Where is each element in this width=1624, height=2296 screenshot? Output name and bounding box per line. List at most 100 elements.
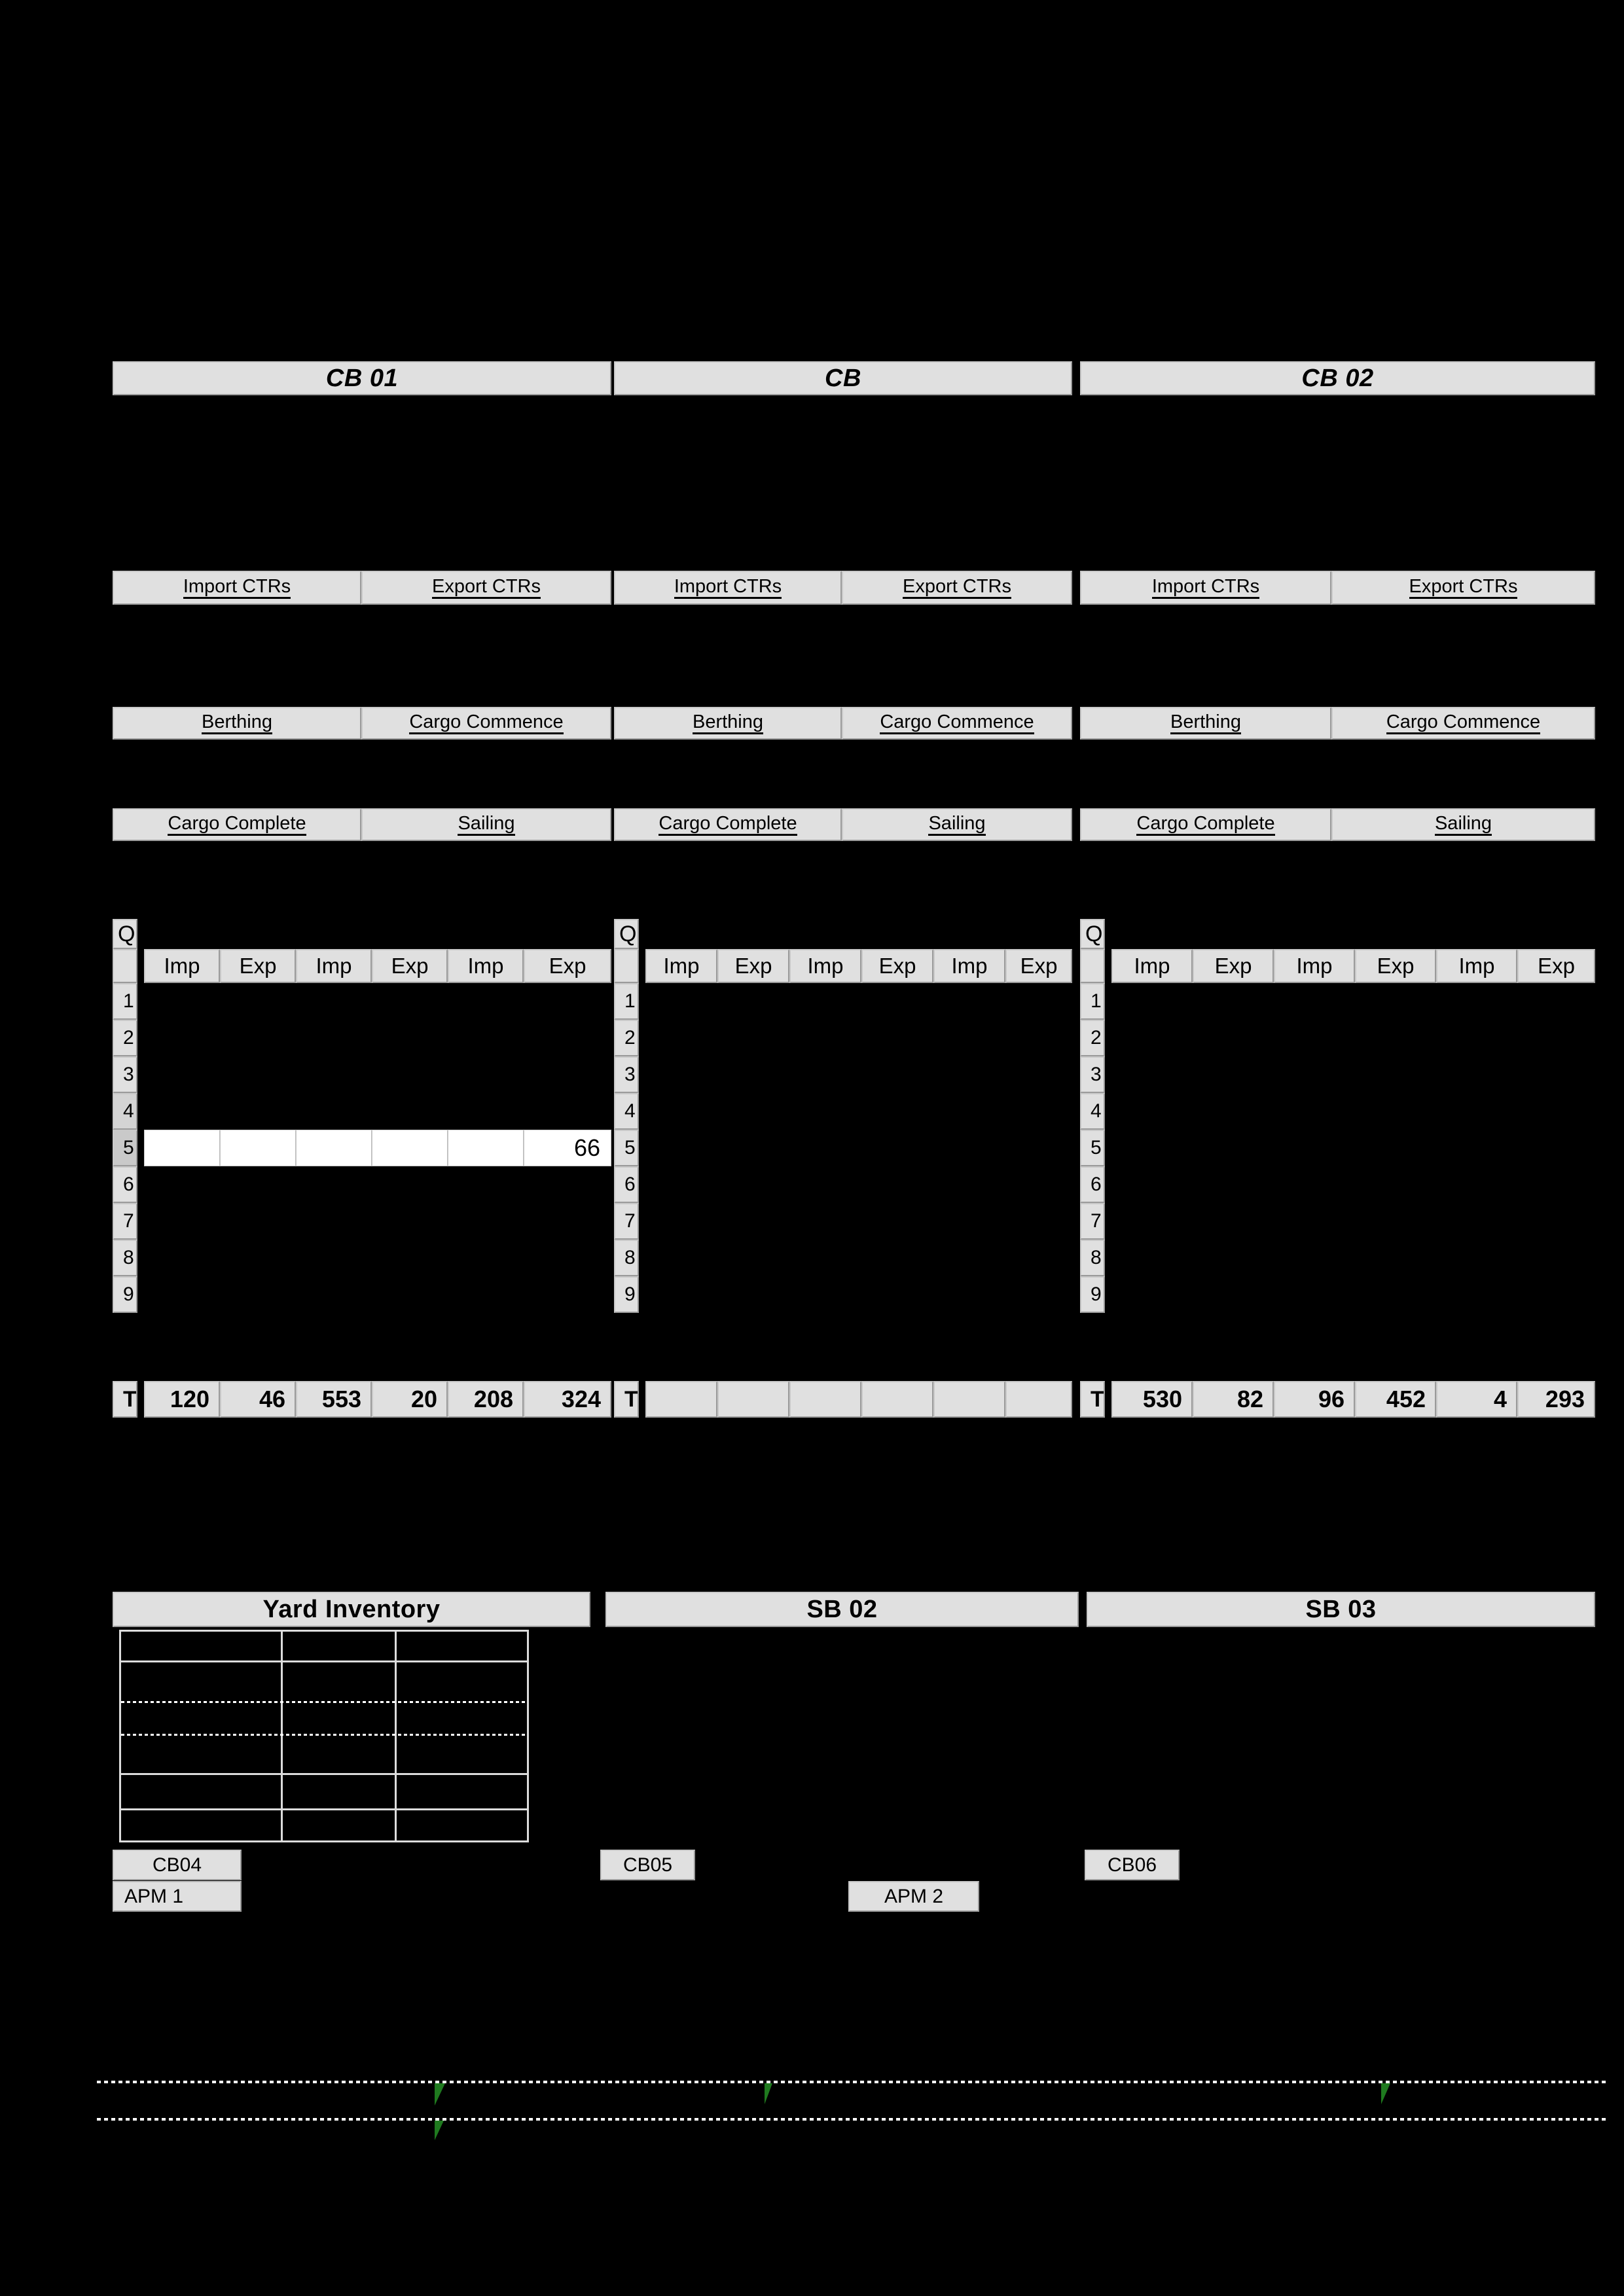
label-text: Export CTRs xyxy=(432,576,541,600)
grid-1-row-header-8[interactable]: 8 xyxy=(614,1240,639,1276)
tag-cb04[interactable]: CB04 xyxy=(113,1850,242,1880)
grid-2-row-header-3[interactable]: 3 xyxy=(1080,1056,1105,1093)
grid-2-col-header-3[interactable]: Exp xyxy=(1355,949,1436,983)
grid-2-row-header-5[interactable]: 5 xyxy=(1080,1130,1105,1166)
tag-label: CB04 xyxy=(152,1854,202,1876)
grid-1-col-header-4[interactable]: Imp xyxy=(933,949,1005,983)
grid-0-row-header-3[interactable]: 3 xyxy=(113,1056,137,1093)
grid-0-cell-r5-c0[interactable] xyxy=(144,1130,220,1166)
grid-0-row-header-9[interactable]: 9 xyxy=(113,1276,137,1313)
grid-0-col-header-5[interactable]: Exp xyxy=(524,949,611,983)
grid-1-row-header-1[interactable]: 1 xyxy=(614,983,639,1020)
grid-2-col-header-4[interactable]: Imp xyxy=(1436,949,1517,983)
cell-text: 3 xyxy=(624,1064,636,1085)
grid-1-row-header-6[interactable]: 6 xyxy=(614,1166,639,1203)
grid-0-cell-r5-c3[interactable] xyxy=(372,1130,448,1166)
cell-text: 553 xyxy=(321,1386,361,1412)
grid-1-col-header-0[interactable]: Imp xyxy=(645,949,717,983)
grid-0-row-header-8[interactable]: 8 xyxy=(113,1240,137,1276)
label-text: Export CTRs xyxy=(1409,576,1518,600)
label-cb02-sailing: Sailing xyxy=(1331,808,1595,841)
timeline-marker-green xyxy=(1381,2083,1390,2104)
tag-cb06[interactable]: CB06 xyxy=(1085,1850,1180,1880)
label-cb-cargo-complete: Cargo Complete xyxy=(614,808,842,841)
tag-cb05[interactable]: CB05 xyxy=(600,1850,695,1880)
grid-2-row-header-1[interactable]: 1 xyxy=(1080,983,1105,1020)
grid-2-col-header-5[interactable]: Exp xyxy=(1517,949,1595,983)
grid-0-col-header-4[interactable]: Imp xyxy=(448,949,524,983)
label-cb01-berthing: Berthing xyxy=(113,707,361,740)
cell-text: 7 xyxy=(123,1210,134,1232)
cell-text: 324 xyxy=(561,1386,601,1412)
grid-2-row-header-7[interactable]: 7 xyxy=(1080,1203,1105,1240)
yard-divider-horizontal xyxy=(121,1808,527,1810)
grid-0-row-header-6[interactable]: 6 xyxy=(113,1166,137,1203)
label-text: Berthing xyxy=(1170,711,1241,735)
grid-2-row-header-4[interactable]: 4 xyxy=(1080,1093,1105,1130)
cell-text: 4 xyxy=(123,1100,134,1122)
grid-1-row-header-9[interactable]: 9 xyxy=(614,1276,639,1313)
tag-apm1[interactable]: APM 1 xyxy=(113,1881,242,1912)
cell-text: 7 xyxy=(1091,1210,1102,1232)
grid-0-col-header-2[interactable]: Imp xyxy=(296,949,372,983)
grid-1-row-header-3[interactable]: 3 xyxy=(614,1056,639,1093)
cell-text: 293 xyxy=(1545,1386,1585,1412)
label-cb02-cargo-complete: Cargo Complete xyxy=(1080,808,1331,841)
section-title-label: Yard Inventory xyxy=(262,1595,441,1623)
cell-text: 8 xyxy=(123,1247,134,1268)
grid-2-col-header-0[interactable]: Imp xyxy=(1111,949,1193,983)
cell-text: 120 xyxy=(170,1386,209,1412)
cell-text: Imp xyxy=(807,954,844,978)
grid-1-row-header-7[interactable]: 7 xyxy=(614,1203,639,1240)
grid-0-col-header-0[interactable]: Imp xyxy=(144,949,220,983)
grid-2-total-label: T xyxy=(1080,1381,1105,1418)
grid-2-total-c2: 96 xyxy=(1274,1381,1355,1418)
grid-0-row-header-1[interactable]: 1 xyxy=(113,983,137,1020)
grid-0-cell-r5-c5[interactable]: 66 xyxy=(524,1130,611,1166)
grid-1-col-header-3[interactable]: Exp xyxy=(861,949,933,983)
grid-1-row-header-5[interactable]: 5 xyxy=(614,1130,639,1166)
grid-2-row-header-8[interactable]: 8 xyxy=(1080,1240,1105,1276)
grid-0-total-c3: 20 xyxy=(372,1381,448,1418)
cell-text: 8 xyxy=(624,1247,636,1268)
cell-text: 7 xyxy=(624,1210,636,1232)
cell-text: T xyxy=(624,1386,638,1412)
tag-label: APM 2 xyxy=(884,1885,944,1907)
worksheet-canvas: CB 01 CB CB 02 Import CTRs Export CTRs I… xyxy=(0,0,1624,2296)
tag-apm2[interactable]: APM 2 xyxy=(848,1881,979,1912)
label-text: Berthing xyxy=(201,711,272,735)
grid-0-row-header-2[interactable]: 2 xyxy=(113,1020,137,1056)
grid-0-cell-r5-c4[interactable] xyxy=(448,1130,524,1166)
grid-1-col-header-2[interactable]: Imp xyxy=(789,949,861,983)
cell-text: Imp xyxy=(663,954,700,978)
grid-2-row-header-9[interactable]: 9 xyxy=(1080,1276,1105,1313)
grid-2-total-c5: 293 xyxy=(1517,1381,1595,1418)
grid-1-col-header-5[interactable]: Exp xyxy=(1005,949,1072,983)
cell-text: Exp xyxy=(1538,954,1575,978)
label-text: Cargo Commence xyxy=(1386,711,1541,735)
grid-2-row-header-6[interactable]: 6 xyxy=(1080,1166,1105,1203)
grid-0-cell-r5-c2[interactable] xyxy=(296,1130,372,1166)
cell-text: 5 xyxy=(123,1137,134,1158)
grid-2-col-header-2[interactable]: Imp xyxy=(1274,949,1355,983)
cell-text: Imp xyxy=(467,954,504,978)
grid-0-row-header-4[interactable]: 4 xyxy=(113,1093,137,1130)
grid-0-col-header-3[interactable]: Exp xyxy=(372,949,448,983)
grid-0-col-header-1[interactable]: Exp xyxy=(220,949,296,983)
grid-1-row-header-2[interactable]: 2 xyxy=(614,1020,639,1056)
section-title-yard-inventory: Yard Inventory xyxy=(113,1592,590,1627)
cell-text: 8 xyxy=(1091,1247,1102,1268)
cell-text: 2 xyxy=(624,1027,636,1049)
grid-0-row-header-5[interactable]: 5 xyxy=(113,1130,137,1166)
cell-text: 1 xyxy=(123,990,134,1012)
grid-0-row-header-7[interactable]: 7 xyxy=(113,1203,137,1240)
cell-text: 9 xyxy=(624,1283,636,1305)
grid-1-row-header-4[interactable]: 4 xyxy=(614,1093,639,1130)
label-cb-berthing: Berthing xyxy=(614,707,842,740)
grid-1-col-header-1[interactable]: Exp xyxy=(717,949,789,983)
grid-2-row-header-2[interactable]: 2 xyxy=(1080,1020,1105,1056)
cell-text: 82 xyxy=(1236,1386,1263,1412)
grid-2-col-header-1[interactable]: Exp xyxy=(1193,949,1274,983)
grid-0-cell-r5-c1[interactable] xyxy=(220,1130,296,1166)
label-cb01-cargo-complete: Cargo Complete xyxy=(113,808,361,841)
